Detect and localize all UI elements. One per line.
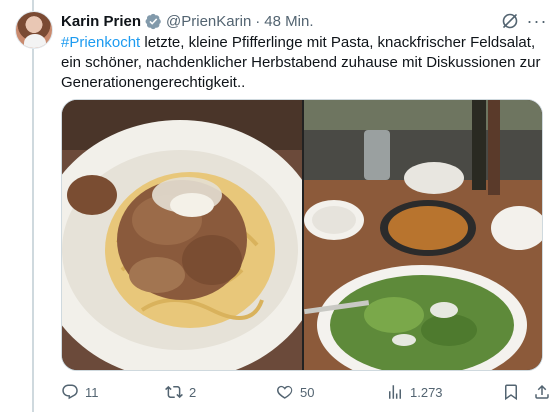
- photo-pasta[interactable]: [62, 100, 302, 370]
- reply-count: 11: [85, 384, 99, 400]
- repost-button[interactable]: 2: [165, 382, 196, 402]
- tweet-header: Karin Prien @PrienKarin · 48 Min.: [61, 11, 314, 31]
- views-icon: [389, 385, 401, 399]
- verified-badge-icon[interactable]: [145, 13, 162, 30]
- grok-icon[interactable]: [500, 11, 520, 31]
- reply-icon: [62, 384, 78, 400]
- action-bar: 11 2 50 1.273: [61, 382, 551, 402]
- like-button[interactable]: 50: [276, 382, 314, 402]
- reply-button[interactable]: 11: [61, 382, 99, 402]
- more-icon[interactable]: ···: [527, 11, 547, 31]
- views-button[interactable]: 1.273: [386, 382, 443, 402]
- repost-count: 2: [189, 384, 197, 400]
- bookmark-icon: [505, 384, 517, 401]
- separator-dot: ·: [255, 12, 261, 30]
- share-icon: [535, 384, 549, 399]
- hashtag-link[interactable]: #Prienkocht: [61, 34, 140, 51]
- photo-table[interactable]: [304, 100, 542, 370]
- bookmark-button[interactable]: [502, 382, 526, 402]
- author-handle[interactable]: @PrienKarin: [166, 13, 251, 30]
- repost-icon: [165, 385, 183, 399]
- tweet[interactable]: Karin Prien @PrienKarin · 48 Min. ··· #P…: [0, 0, 558, 412]
- like-count: 50: [300, 384, 315, 400]
- views-count: 1.273: [410, 384, 443, 400]
- share-button[interactable]: [533, 382, 557, 402]
- author-name[interactable]: Karin Prien: [61, 13, 141, 30]
- media-grid: [61, 99, 543, 371]
- tweet-text: #Prienkocht letzte, kleine Pfifferlinge …: [61, 33, 551, 93]
- avatar[interactable]: [15, 11, 53, 49]
- timestamp[interactable]: 48 Min.: [264, 13, 313, 30]
- heart-icon: [277, 385, 293, 399]
